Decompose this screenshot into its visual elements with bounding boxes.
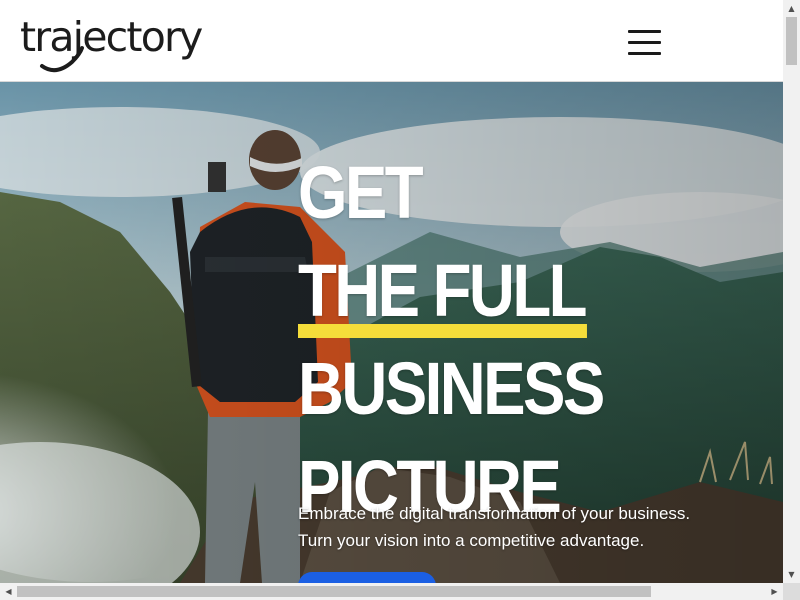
hero-subtext-line-2: Turn your vision into a competitive adva…: [298, 531, 645, 550]
vertical-scroll-thumb[interactable]: [786, 17, 797, 65]
headline-line-3: BUSINESS: [298, 346, 605, 430]
hero-subtext: Embrace the digital transformation of yo…: [298, 500, 690, 554]
scroll-down-arrow-icon[interactable]: ▼: [783, 566, 800, 583]
scroll-left-arrow-icon[interactable]: ◀: [0, 583, 17, 600]
hero-subtext-line-1: Embrace the digital transformation of yo…: [298, 504, 691, 523]
hero-section: GET THE FULL BUSINESS PICTURE Embrace th…: [0, 82, 783, 583]
headline-highlight: THE FULL: [298, 242, 587, 340]
hamburger-menu-icon[interactable]: [625, 27, 665, 59]
cta-button[interactable]: [298, 572, 436, 583]
horizontal-scroll-thumb[interactable]: [17, 586, 651, 597]
page-viewport: trajectory GET THE FULL BUSINESS PICTURE…: [0, 0, 783, 583]
logo-swoosh-icon: [40, 46, 84, 73]
hero-headline: GET THE FULL BUSINESS PICTURE: [298, 144, 605, 536]
site-header: trajectory: [0, 0, 783, 82]
headline-line-1: GET: [298, 150, 424, 234]
headline-line-2: THE FULL: [298, 242, 603, 340]
trajectory-logo[interactable]: trajectory: [20, 12, 203, 74]
scroll-right-arrow-icon[interactable]: ▶: [766, 583, 783, 600]
horizontal-scrollbar[interactable]: ◀ ▶: [0, 583, 783, 600]
scroll-up-arrow-icon[interactable]: ▲: [783, 0, 800, 17]
scrollbar-corner: [783, 583, 800, 600]
vertical-scrollbar[interactable]: ▲ ▼: [783, 0, 800, 583]
